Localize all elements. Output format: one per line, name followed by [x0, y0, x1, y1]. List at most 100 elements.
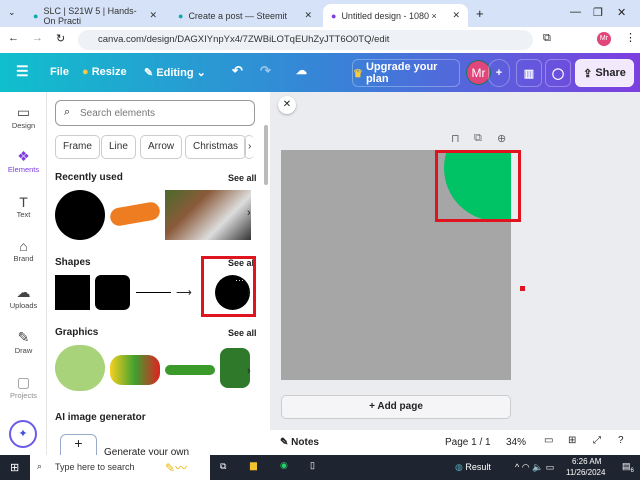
undo-icon[interactable]: ↶	[232, 63, 243, 79]
steemit-icon: ●	[33, 10, 39, 21]
grid-view-icon[interactable]: ⊞	[568, 435, 576, 446]
notes-button[interactable]: ✎ Notes	[280, 437, 319, 448]
duplicate-icon[interactable]: ⧉	[474, 132, 482, 145]
search-input[interactable]: ⌕ Search elements	[55, 100, 255, 126]
tab-list-icon[interactable]: ⌄	[8, 7, 16, 18]
magic-button[interactable]: ✦	[9, 420, 37, 448]
steemit-icon: ●	[178, 10, 184, 21]
url-field[interactable]: canva.com/design/DAGXIYnpYx4/7ZWBiLOTqEU…	[78, 30, 533, 50]
file-menu[interactable]: File	[50, 66, 69, 78]
clock-time[interactable]: 6:26 AM	[572, 457, 601, 466]
resize-button[interactable]: ● Resize	[82, 66, 127, 78]
fullscreen-icon[interactable]: ⤢	[593, 435, 601, 446]
insights-button[interactable]: ▥	[516, 59, 542, 87]
close-icon[interactable]: ✕	[304, 10, 312, 21]
close-panel-button[interactable]: ✕	[278, 96, 296, 114]
minimize-button[interactable]: —	[570, 6, 581, 18]
profile-avatar[interactable]: Mr	[597, 32, 611, 46]
elements-icon: ❖	[17, 148, 30, 164]
menu-icon[interactable]: ⋮	[625, 31, 636, 44]
back-icon[interactable]: ←	[8, 32, 19, 44]
pencil-doodle-icon: ✎〰	[165, 461, 188, 475]
close-icon[interactable]: ✕	[149, 10, 157, 21]
upgrade-button[interactable]: ♛ Upgrade your plan	[352, 59, 460, 87]
add-page-button[interactable]: + Add page	[281, 395, 511, 419]
redo-icon[interactable]: ↷	[260, 63, 271, 79]
system-tray-icons[interactable]: ^ ◠ 🔈 ▭	[515, 462, 554, 473]
page-view-icon[interactable]: ▭	[544, 435, 553, 446]
extensions-icon[interactable]: ⧉	[543, 32, 551, 45]
editor-toolbar: ☰ File ● Resize ✎ Editing ⌄ ↶ ↷ ☁ ♛ Upgr…	[0, 53, 640, 92]
canva-app-icon[interactable]: ▯	[310, 460, 315, 471]
restore-button[interactable]: ❐	[593, 6, 603, 19]
panel-scrollbar[interactable]	[264, 125, 268, 185]
task-view-icon[interactable]: ⧉	[220, 461, 226, 472]
menu-icon[interactable]: ☰	[16, 63, 29, 80]
weather-widget[interactable]: ◍ Result	[455, 462, 491, 473]
new-tab-button[interactable]: +	[476, 6, 484, 21]
projects-icon: ▢	[16, 374, 31, 390]
tab-bar: ⌄ ● SLC | S21W 5 | Hands-On Practi ✕ ● Crea…	[0, 0, 640, 27]
close-window-button[interactable]: ✕	[617, 6, 626, 19]
tab-slc[interactable]: ● SLC | S21W 5 | Hands-On Practi ✕	[25, 4, 165, 27]
rail-uploads[interactable]: ☁ Uploads	[0, 284, 47, 310]
chip-frame[interactable]: Frame	[55, 135, 100, 159]
shape-rounded-square[interactable]	[95, 275, 130, 310]
chevron-right-icon[interactable]: ›	[247, 207, 251, 219]
chip-arrow[interactable]: Arrow	[140, 135, 183, 159]
rail-design[interactable]: ▭ Design	[0, 104, 47, 130]
weather-icon: ◍	[455, 462, 463, 472]
chips-next-button[interactable]: ›	[244, 135, 255, 159]
draw-icon: ✎	[17, 329, 30, 345]
see-all-graphics[interactable]: See all	[228, 328, 257, 338]
canvas-stage: ✕ ⊓ ⧉ ⊕ + Add page	[270, 92, 640, 430]
rail-text[interactable]: T Text	[0, 194, 47, 219]
text-icon: T	[19, 194, 28, 210]
windows-start-icon[interactable]: ⊞	[10, 461, 19, 474]
graphic-beans[interactable]	[165, 365, 215, 375]
generate-button[interactable]: +	[60, 434, 97, 455]
recent-chickens-photo[interactable]	[165, 190, 251, 240]
graphic-cabbage[interactable]	[55, 345, 105, 391]
brand-icon: ⌂	[19, 238, 28, 254]
chip-line[interactable]: Line	[101, 135, 136, 159]
canva-icon: ●	[331, 10, 337, 21]
notifications-icon[interactable]: ▤6	[622, 461, 634, 474]
whatsapp-icon[interactable]: ◉	[280, 460, 288, 471]
rail-brand[interactable]: ⌂ Brand	[0, 238, 47, 263]
chip-christmas[interactable]: Christmas	[185, 135, 247, 159]
editing-mode-button[interactable]: ✎ Editing ⌄	[144, 66, 206, 79]
rail-draw[interactable]: ✎ Draw	[0, 329, 47, 355]
file-explorer-icon[interactable]: ▆	[250, 460, 257, 471]
graphic-cucumber[interactable]	[220, 348, 250, 388]
highlight-box-canvas	[435, 150, 521, 222]
share-button[interactable]: ⇪ Share	[575, 59, 634, 87]
add-page-icon[interactable]: ⊕	[497, 132, 506, 145]
taskbar-search[interactable]: ⌕ Type here to search ✎〰	[30, 455, 210, 480]
shapes-heading: Shapes	[55, 257, 91, 268]
graphic-peppers[interactable]	[110, 355, 160, 385]
rail-elements[interactable]: ❖ Elements	[0, 148, 47, 174]
editor-footer: ✎ Notes Page 1 / 1 34% ▭ ⊞ ⤢ ?	[270, 430, 640, 455]
add-collaborator-button[interactable]: +	[488, 59, 510, 87]
clock-date[interactable]: 11/26/2024	[566, 468, 605, 477]
zoom-level[interactable]: 34%	[506, 437, 526, 448]
comment-button[interactable]: ◯	[545, 59, 571, 87]
recent-circle[interactable]	[55, 190, 105, 240]
see-all-recent[interactable]: See all	[228, 173, 257, 183]
rail-projects[interactable]: ▢ Projects	[0, 374, 47, 400]
search-icon: ⌕	[37, 461, 43, 471]
cloud-saved-icon[interactable]: ☁	[296, 64, 307, 77]
shape-line[interactable]	[136, 292, 171, 293]
close-icon[interactable]: ✕	[452, 10, 460, 21]
reload-icon[interactable]: ↻	[56, 32, 65, 45]
chevron-right-icon[interactable]: ›	[247, 365, 251, 377]
tab-steemit[interactable]: ● Create a post — Steemit ✕	[170, 4, 320, 27]
shape-square[interactable]	[55, 275, 90, 310]
forward-icon[interactable]: →	[32, 32, 43, 44]
chevron-right-icon[interactable]: ›	[247, 287, 251, 299]
page-indicator[interactable]: Page 1 / 1	[445, 437, 491, 448]
lock-icon[interactable]: ⊓	[451, 132, 460, 145]
help-icon[interactable]: ?	[618, 435, 624, 446]
tab-canva[interactable]: ●Untitled design - 1080 × 1080p✕	[323, 4, 468, 27]
